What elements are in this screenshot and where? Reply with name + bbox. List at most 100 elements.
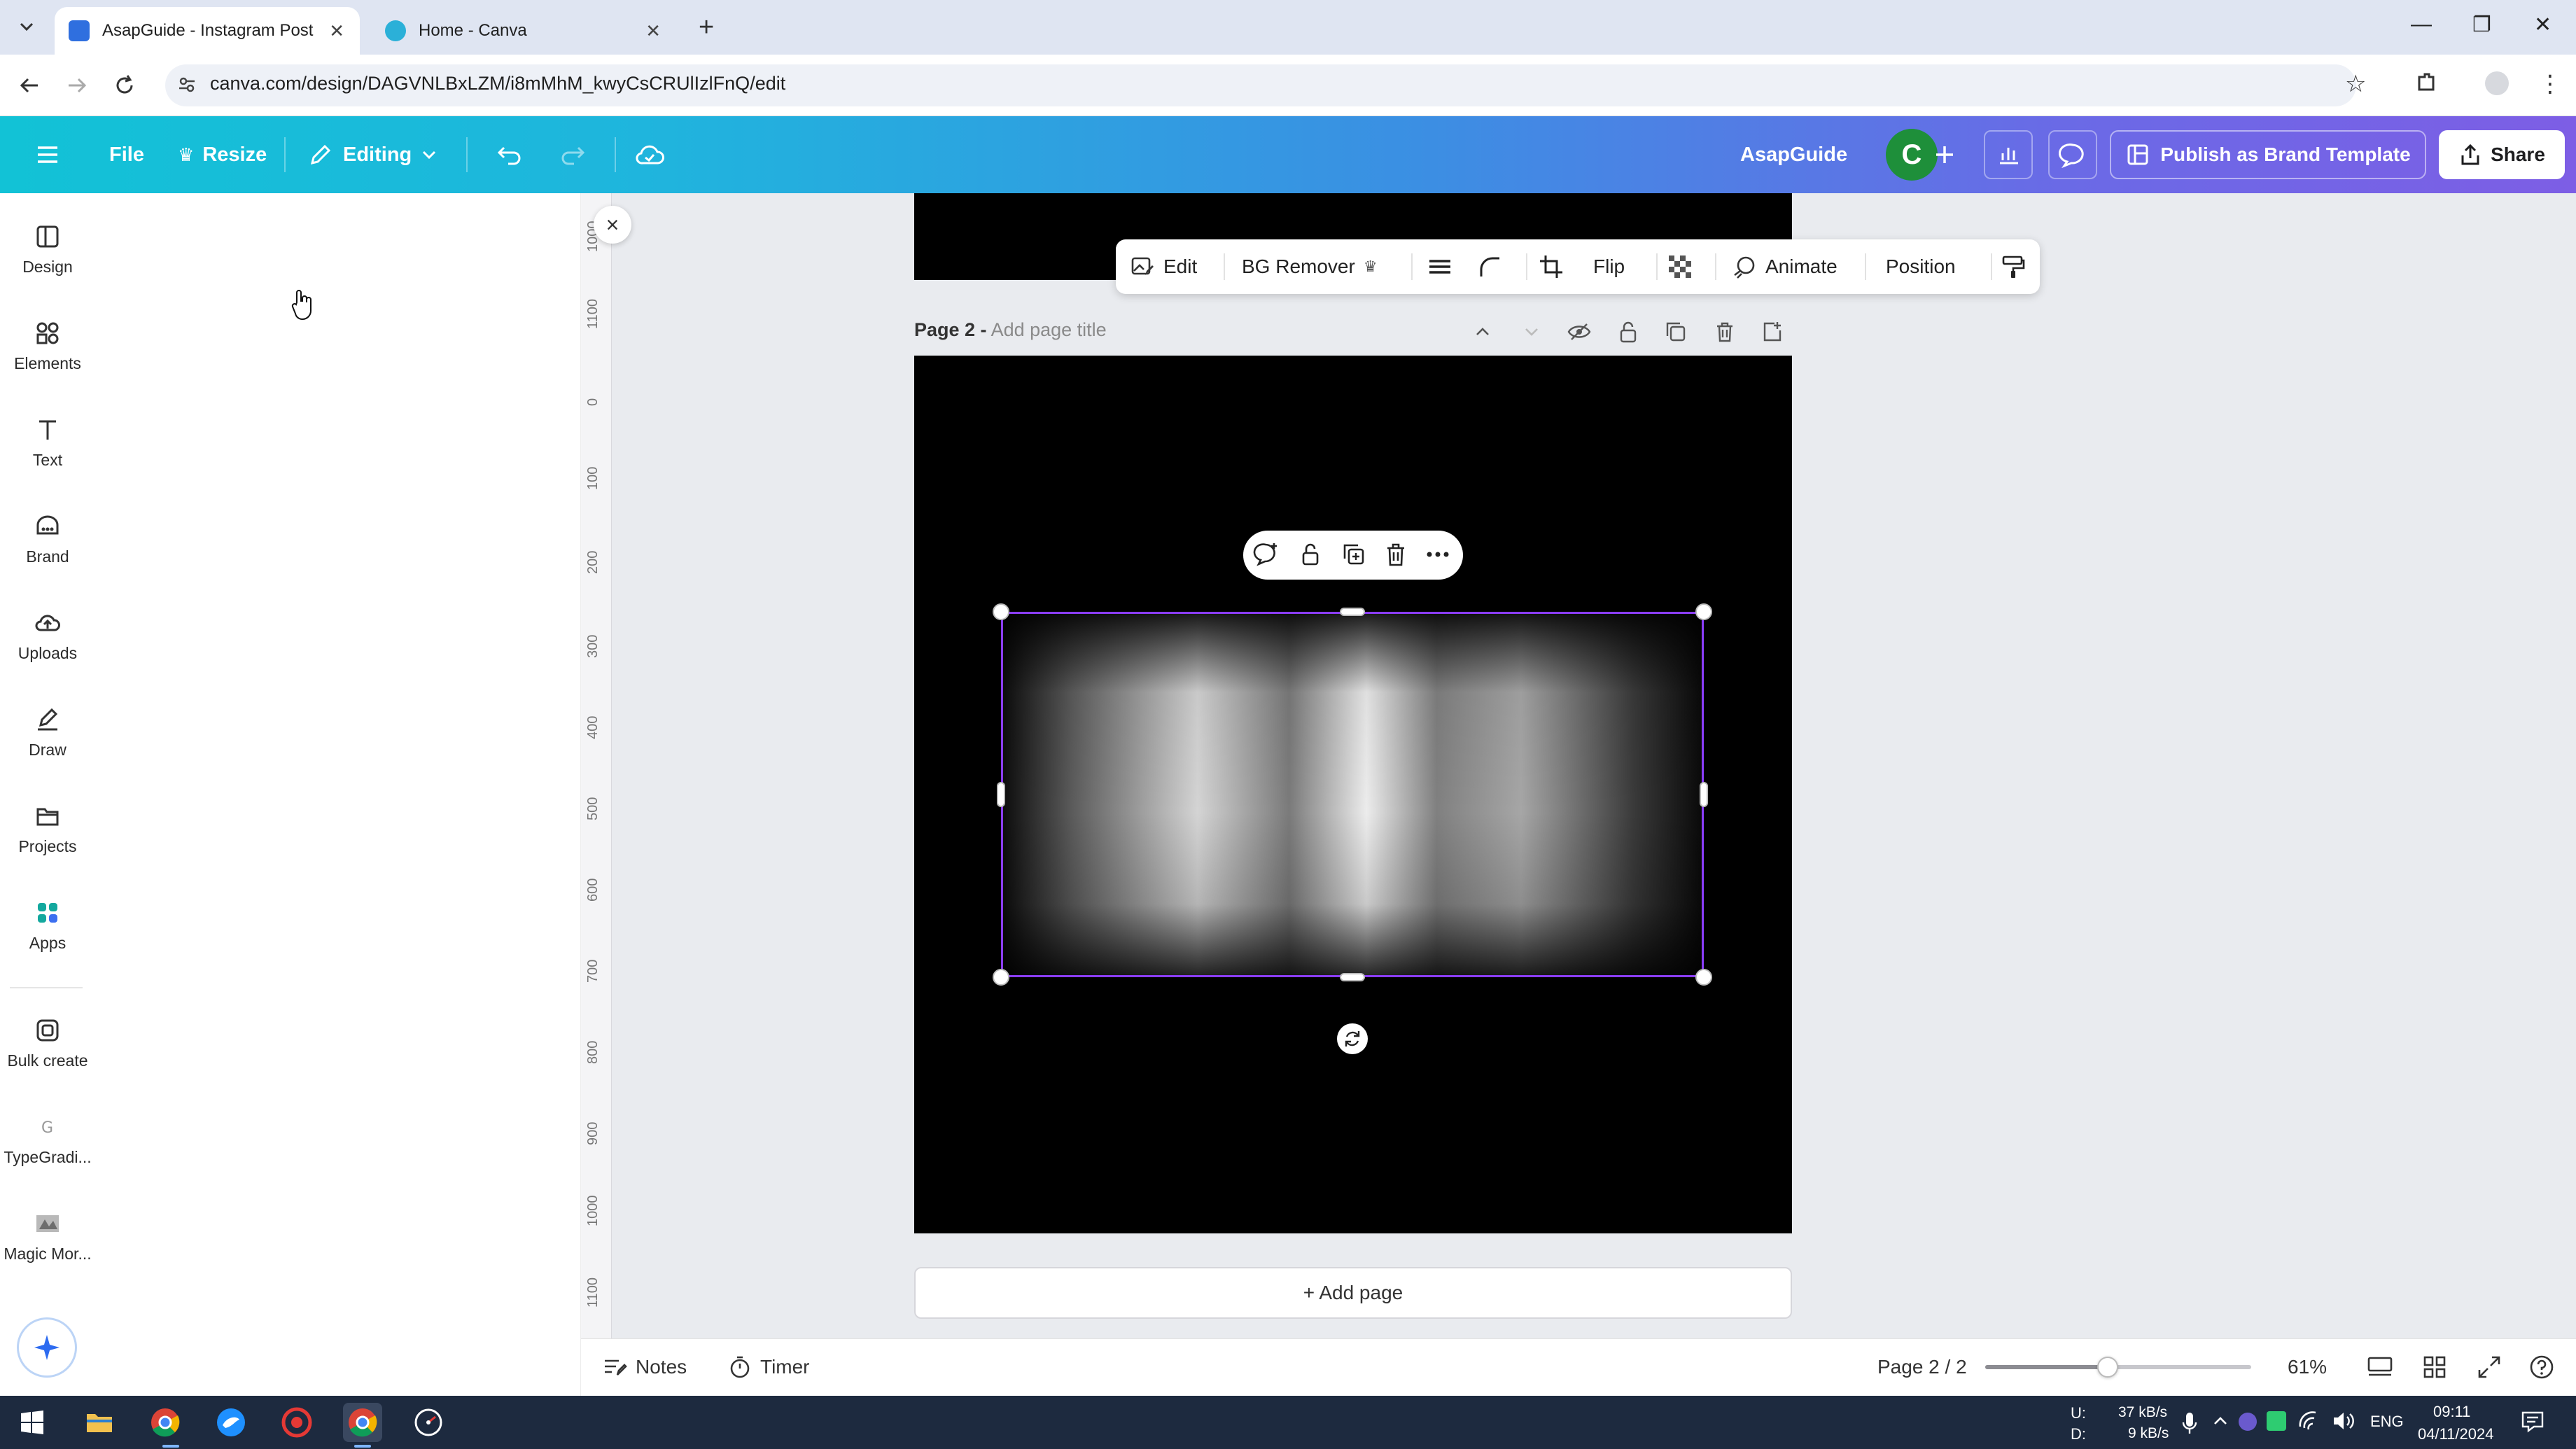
- close-panel-button[interactable]: ×: [594, 206, 631, 244]
- notifications-icon[interactable]: [2520, 1408, 2545, 1434]
- move-page-up-icon[interactable]: [1469, 318, 1497, 346]
- page-2-label[interactable]: Page 2 - Add page title: [914, 319, 1107, 341]
- mic-icon[interactable]: [2181, 1411, 2198, 1436]
- rail-item-brand[interactable]: Brand: [0, 512, 95, 566]
- tray-expand-chevron-icon[interactable]: [2211, 1411, 2230, 1431]
- fullscreen-button[interactable]: [2477, 1338, 2510, 1396]
- browser-tab-active[interactable]: AsapGuide - Instagram Post ✕: [55, 7, 360, 55]
- close-tab-icon[interactable]: ✕: [329, 20, 344, 42]
- help-button[interactable]: [2528, 1338, 2563, 1396]
- rail-item-text[interactable]: Text: [0, 416, 95, 470]
- browser-tab-canva-home[interactable]: Home - Canva ✕: [371, 7, 676, 55]
- flip-button[interactable]: Flip: [1593, 239, 1625, 294]
- chrome-icon[interactable]: [146, 1403, 185, 1442]
- comments-button[interactable]: [2048, 130, 2097, 179]
- resize-handle-left[interactable]: [997, 782, 1005, 807]
- profile-avatar-icon[interactable]: [2485, 71, 2509, 95]
- border-style-button[interactable]: [1427, 239, 1462, 294]
- rail-item-typegradient[interactable]: G TypeGradi...: [0, 1113, 95, 1167]
- resize-handle-bottom-right[interactable]: [1695, 969, 1712, 986]
- reload-icon[interactable]: [112, 73, 137, 98]
- main-menu-button[interactable]: [34, 116, 71, 193]
- rail-item-bulk-create[interactable]: Bulk create: [0, 1016, 95, 1070]
- timer-button[interactable]: Timer: [728, 1338, 810, 1396]
- rail-item-apps[interactable]: Apps: [0, 899, 95, 953]
- recorder-app-icon[interactable]: [277, 1403, 316, 1442]
- rail-item-projects[interactable]: Projects: [0, 802, 95, 856]
- lock-page-icon[interactable]: [1614, 318, 1642, 346]
- delete-page-icon[interactable]: [1711, 318, 1739, 346]
- grid-view-button[interactable]: [2422, 1338, 2456, 1396]
- tray-green-app-icon[interactable]: [2267, 1411, 2286, 1431]
- clock-time[interactable]: 09:11: [2433, 1403, 2470, 1421]
- rail-item-draw[interactable]: Draw: [0, 706, 95, 760]
- more-options-icon[interactable]: [1424, 540, 1452, 568]
- bg-remover-button[interactable]: BG Remover ♛: [1242, 239, 1378, 294]
- corner-rounding-button[interactable]: [1477, 239, 1512, 294]
- speed-gauge-app-icon[interactable]: [409, 1403, 448, 1442]
- edit-image-button[interactable]: Edit: [1130, 239, 1197, 294]
- zoom-level[interactable]: 61%: [2288, 1338, 2327, 1396]
- notes-button[interactable]: Notes: [602, 1338, 687, 1396]
- zoom-slider-thumb[interactable]: [2096, 1357, 2118, 1378]
- clock-date[interactable]: 04/11/2024: [2418, 1425, 2493, 1443]
- hide-page-icon[interactable]: [1565, 318, 1593, 346]
- invite-plus-button[interactable]: [1931, 116, 1968, 193]
- position-button[interactable]: Position: [1886, 239, 1956, 294]
- resize-handle-bottom-left[interactable]: [993, 969, 1009, 986]
- redo-button[interactable]: [559, 116, 596, 193]
- bookmark-star-icon[interactable]: ☆: [2345, 70, 2366, 98]
- copy-style-button[interactable]: [2001, 239, 2034, 294]
- tab-search-chevron-icon[interactable]: [15, 15, 38, 38]
- add-comment-icon[interactable]: [1253, 540, 1281, 568]
- page-view-button[interactable]: [2366, 1338, 2402, 1396]
- duplicate-element-icon[interactable]: [1340, 540, 1368, 568]
- move-page-down-icon[interactable]: [1518, 318, 1546, 346]
- resize-handle-top-left[interactable]: [993, 603, 1009, 620]
- volume-icon[interactable]: [2331, 1410, 2355, 1432]
- close-tab-icon[interactable]: ✕: [645, 20, 661, 42]
- page-title-placeholder[interactable]: Add page title: [991, 319, 1107, 340]
- page-indicator[interactable]: Page 2 / 2: [1877, 1338, 1967, 1396]
- rail-item-uploads[interactable]: Uploads: [0, 609, 95, 663]
- add-page-button[interactable]: + Add page: [914, 1267, 1792, 1319]
- forward-arrow-icon[interactable]: [64, 73, 90, 98]
- windows-start-icon[interactable]: [13, 1403, 52, 1442]
- tray-app-icon[interactable]: [2239, 1413, 2257, 1431]
- new-tab-plus-icon[interactable]: +: [699, 13, 714, 43]
- browser-menu-kebab-icon[interactable]: ⋮: [2538, 70, 2562, 98]
- wifi-icon[interactable]: [2297, 1408, 2321, 1432]
- app-bird-icon[interactable]: [211, 1403, 251, 1442]
- add-page-after-icon[interactable]: [1758, 318, 1786, 346]
- animate-button[interactable]: Animate: [1732, 239, 1837, 294]
- user-avatar[interactable]: C: [1886, 129, 1938, 181]
- minimize-window-icon[interactable]: —: [2411, 13, 2432, 36]
- transparency-button[interactable]: [1667, 239, 1701, 294]
- chrome-active-icon[interactable]: [343, 1403, 382, 1442]
- canva-assistant-button[interactable]: [17, 1317, 77, 1378]
- extensions-puzzle-icon[interactable]: [2414, 70, 2439, 95]
- lock-element-icon[interactable]: [1296, 540, 1324, 568]
- resize-handle-top-right[interactable]: [1695, 603, 1712, 620]
- team-name[interactable]: AsapGuide: [1740, 116, 1847, 193]
- site-info-icon[interactable]: [176, 74, 197, 95]
- resize-button[interactable]: ♛ Resize: [178, 116, 267, 193]
- resize-handle-right[interactable]: [1700, 782, 1708, 807]
- rail-item-design[interactable]: Design: [0, 223, 95, 276]
- cloud-save-status[interactable]: [634, 116, 675, 193]
- input-language[interactable]: ENG: [2370, 1413, 2404, 1431]
- crop-button[interactable]: [1539, 239, 1574, 294]
- delete-element-icon[interactable]: [1382, 540, 1410, 568]
- back-arrow-icon[interactable]: [17, 73, 42, 98]
- rotate-handle[interactable]: [1337, 1023, 1368, 1054]
- rail-item-magic-morph[interactable]: Magic Mor...: [0, 1210, 95, 1264]
- undo-button[interactable]: [496, 116, 533, 193]
- duplicate-page-icon[interactable]: [1662, 318, 1690, 346]
- share-button[interactable]: Share: [2439, 130, 2565, 179]
- rail-item-elements[interactable]: Elements: [0, 319, 95, 373]
- restore-window-icon[interactable]: ❐: [2472, 13, 2491, 37]
- insights-button[interactable]: [1984, 130, 2033, 179]
- resize-handle-top[interactable]: [1340, 608, 1365, 616]
- file-explorer-icon[interactable]: [80, 1403, 119, 1442]
- resize-handle-bottom[interactable]: [1340, 973, 1365, 981]
